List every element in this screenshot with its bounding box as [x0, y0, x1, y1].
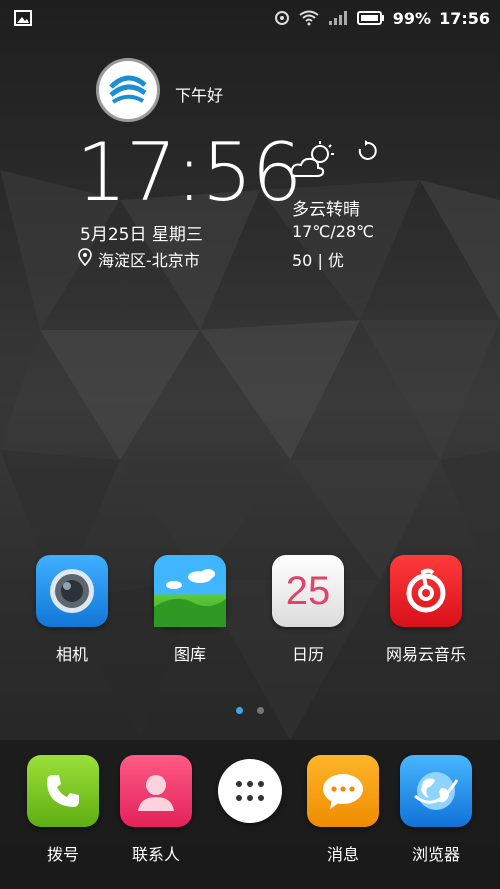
app-label: 联系人	[131, 845, 180, 864]
browser-icon	[400, 755, 472, 827]
widget-date: 5月25日 星期三	[80, 225, 203, 245]
status-time: 17:56	[439, 8, 490, 28]
page-dot-1[interactable]	[236, 707, 243, 714]
calendar-icon: 25	[272, 555, 344, 627]
china-mobile-logo-icon[interactable]	[96, 58, 160, 122]
phone-icon	[27, 755, 99, 827]
app-calendar[interactable]: 25 日历	[253, 555, 363, 665]
page-dot-2[interactable]	[257, 707, 264, 714]
contacts-icon	[120, 755, 192, 827]
page-indicator	[0, 707, 500, 714]
widget-clock[interactable]: 17:56	[76, 128, 303, 218]
signal-icon	[327, 10, 349, 26]
greeting-text: 下午好	[175, 86, 224, 105]
app-gallery[interactable]: 图库	[135, 555, 245, 665]
app-label: 相机	[55, 645, 88, 664]
app-label: 图库	[173, 645, 206, 664]
picture-notification-icon	[14, 10, 32, 26]
messages-icon	[307, 755, 379, 827]
widget-location: 海淀区-北京市	[78, 247, 200, 271]
app-label: 网易云音乐	[385, 645, 466, 664]
partly-cloudy-icon	[290, 140, 338, 184]
app-netease-music[interactable]: 网易云音乐	[371, 555, 481, 665]
wifi-icon	[299, 10, 319, 26]
app-camera[interactable]: 相机	[17, 555, 127, 665]
battery-icon	[356, 10, 385, 26]
app-drawer-icon	[218, 759, 282, 823]
refresh-icon[interactable]	[356, 140, 378, 166]
calendar-day: 25	[285, 568, 331, 613]
air-quality: 50 | 优	[292, 251, 344, 270]
netease-music-icon	[390, 555, 462, 627]
app-label: 浏览器	[411, 845, 460, 864]
location-text: 海淀区-北京市	[98, 251, 200, 270]
bluetooth-settings-icon	[273, 9, 291, 27]
status-bar: 99% 17:56	[0, 0, 500, 36]
weather-description: 多云转晴	[292, 200, 360, 220]
app-label: 日历	[291, 645, 324, 664]
gallery-icon	[154, 555, 226, 627]
camera-icon	[36, 555, 108, 627]
battery-percent: 99%	[392, 8, 432, 28]
temperature-range: 17℃/28℃	[292, 222, 375, 241]
location-pin-icon	[78, 248, 92, 270]
dock-app-browser[interactable]: 浏览器	[381, 755, 491, 865]
